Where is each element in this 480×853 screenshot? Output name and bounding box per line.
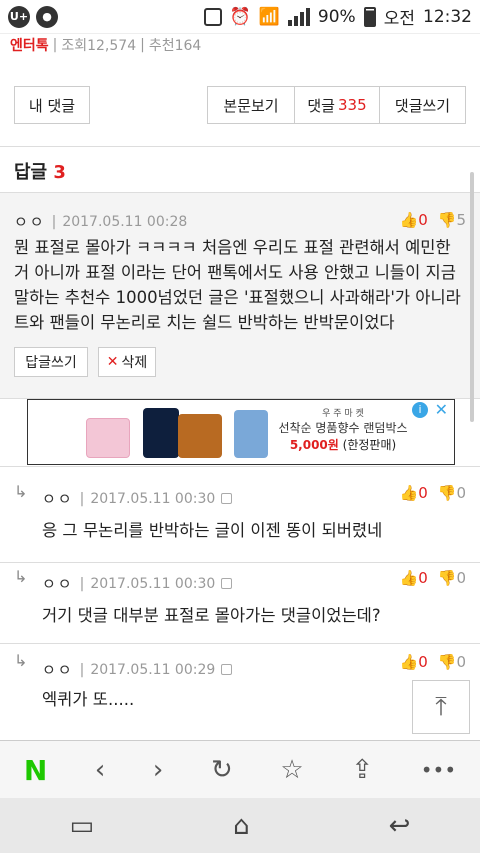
- downvote-button[interactable]: 👎0: [438, 484, 466, 502]
- comments-tab[interactable]: 댓글 335: [294, 86, 380, 124]
- section-divider: [0, 146, 480, 147]
- replies-title: 답글 3: [14, 162, 66, 183]
- section-divider: [0, 466, 480, 467]
- wifi-icon: 📶: [258, 6, 280, 27]
- reply-item: ↳ ㅇㅇ | 2017.05.11 00:30 👍0 👎0 거기 댓글 대부분 …: [0, 563, 480, 644]
- clock-time: 12:32: [423, 6, 472, 27]
- main-comment: ㅇㅇ | 2017.05.11 00:28 👍0 👎5 뭔 표절로 몰아가 ㅋㅋ…: [0, 192, 480, 399]
- reply-date: 2017.05.11 00:29: [90, 661, 216, 678]
- battery-icon: [363, 6, 376, 27]
- category-label[interactable]: 엔터톡: [10, 35, 49, 55]
- perfume-bottle-image: [143, 408, 179, 458]
- comment-nav: 내 댓글 본문보기 댓글 335 댓글쓰기: [0, 86, 480, 126]
- meta-divider: |: [79, 490, 85, 507]
- notification-icon: ●: [36, 5, 58, 28]
- reply-nick: ㅇㅇ: [42, 490, 74, 508]
- scroll-top-button[interactable]: ⤒: [412, 680, 470, 734]
- perfume-bottle-image: [86, 418, 130, 458]
- ad-close-icon[interactable]: ✕: [435, 400, 448, 419]
- clock-ampm: 오전: [383, 9, 415, 29]
- reply-date: 2017.05.11 00:30: [90, 490, 216, 507]
- perfume-bottle-image: [234, 410, 268, 458]
- signal-icon: [287, 7, 310, 26]
- lock-icon: [221, 578, 233, 589]
- app-notification-icon: U+: [8, 5, 30, 28]
- meta-divider: |: [52, 37, 58, 53]
- share-icon[interactable]: ⇪: [351, 755, 373, 785]
- upvote-button[interactable]: 👍0: [400, 569, 428, 587]
- recent-apps-icon[interactable]: ▭: [70, 811, 95, 841]
- alarm-icon: ⏰: [229, 6, 251, 27]
- write-comment-button[interactable]: 댓글쓰기: [379, 86, 466, 124]
- upvote-button[interactable]: 👍0: [400, 484, 428, 502]
- ad-info-icon[interactable]: i: [412, 402, 428, 418]
- downvote-button[interactable]: 👎0: [438, 569, 466, 587]
- my-comments-button[interactable]: 내 댓글: [14, 86, 90, 124]
- reply-nick: ㅇㅇ: [42, 661, 74, 679]
- arrow-up-icon: ⤒: [435, 691, 447, 722]
- comments-count: 335: [337, 96, 367, 114]
- upvote-button[interactable]: 👍0: [400, 211, 428, 229]
- reply-text: 엑퀴가 또.....: [42, 690, 135, 709]
- vibrate-icon: [203, 7, 222, 26]
- view-post-button[interactable]: 본문보기: [207, 86, 295, 124]
- upvote-button[interactable]: 👍0: [400, 653, 428, 671]
- reply-text: 거기 댓글 대부분 표절로 몰아가는 댓글이었는데?: [42, 606, 381, 625]
- system-navigation-bar: ▭ ⌂ ↩: [0, 798, 480, 853]
- status-bar: U+ ● ⏰ 📶 90% 오전 12:32: [0, 0, 480, 34]
- forward-icon[interactable]: ›: [153, 755, 163, 785]
- reply-item: ↳ ㅇㅇ | 2017.05.11 00:30 👍0 👎0 응 그 무논리를 반…: [0, 478, 480, 563]
- reply-nick: ㅇㅇ: [42, 575, 74, 593]
- ad-headline: 선착순 명품향수 랜덤박스: [278, 421, 408, 435]
- browser-toolbar: N ‹ › ↻ ☆ ⇪ •••: [0, 740, 480, 799]
- lock-icon: [221, 664, 233, 675]
- comment-text: 뭔 표절로 몰아가 ㅋㅋㅋㅋ 처음엔 우리도 표절 관련해서 예민한 거 아니까…: [14, 238, 461, 332]
- bookmark-star-icon[interactable]: ☆: [280, 755, 303, 785]
- meta-divider: |: [51, 213, 57, 230]
- downvote-button[interactable]: 👎0: [438, 653, 466, 671]
- recommend-count: 추천164: [148, 38, 202, 54]
- reply-arrow-icon: ↳: [14, 651, 28, 670]
- reply-item: ↳ ㅇㅇ | 2017.05.11 00:29 👍0 👎0 엑퀴가 또.....: [0, 647, 480, 739]
- comment-date: 2017.05.11 00:28: [62, 213, 188, 230]
- refresh-icon[interactable]: ↻: [211, 755, 233, 785]
- lock-icon: [221, 493, 233, 504]
- ad-brand: 우 주 마 켓: [322, 409, 364, 419]
- naver-home-icon[interactable]: N: [24, 754, 47, 787]
- meta-divider: |: [79, 575, 85, 592]
- comment-nick: ㅇㅇ: [14, 213, 46, 231]
- downvote-button[interactable]: 👎5: [438, 211, 466, 229]
- scrollbar[interactable]: [470, 172, 474, 422]
- view-count: 조회12,574: [61, 38, 137, 54]
- battery-percent: 90%: [317, 6, 356, 27]
- delete-button[interactable]: ✕ 삭제: [98, 347, 156, 377]
- post-meta: 엔터톡 | 조회12,574 | 추천164: [0, 34, 480, 56]
- reply-button[interactable]: 답글쓰기: [14, 347, 88, 377]
- home-icon[interactable]: ⌂: [233, 811, 250, 841]
- ad-price: 5,000원: [289, 438, 339, 452]
- meta-divider: |: [79, 661, 85, 678]
- back-icon[interactable]: ‹: [95, 755, 105, 785]
- ad-note: (한정판매): [342, 438, 397, 452]
- more-icon[interactable]: •••: [421, 758, 456, 782]
- reply-arrow-icon: ↳: [14, 567, 28, 586]
- reply-arrow-icon: ↳: [14, 482, 28, 501]
- back-nav-icon[interactable]: ↩: [389, 811, 411, 841]
- advertisement-banner[interactable]: 우 주 마 켓 선착순 명품향수 랜덤박스 5,000원 (한정판매) i ✕: [27, 399, 455, 465]
- close-icon: ✕: [106, 354, 119, 370]
- meta-divider: |: [140, 37, 145, 53]
- perfume-bottle-image: [178, 414, 222, 458]
- reply-date: 2017.05.11 00:30: [90, 575, 216, 592]
- reply-text: 응 그 무논리를 반박하는 글이 이젠 똥이 되버렸네: [42, 521, 383, 540]
